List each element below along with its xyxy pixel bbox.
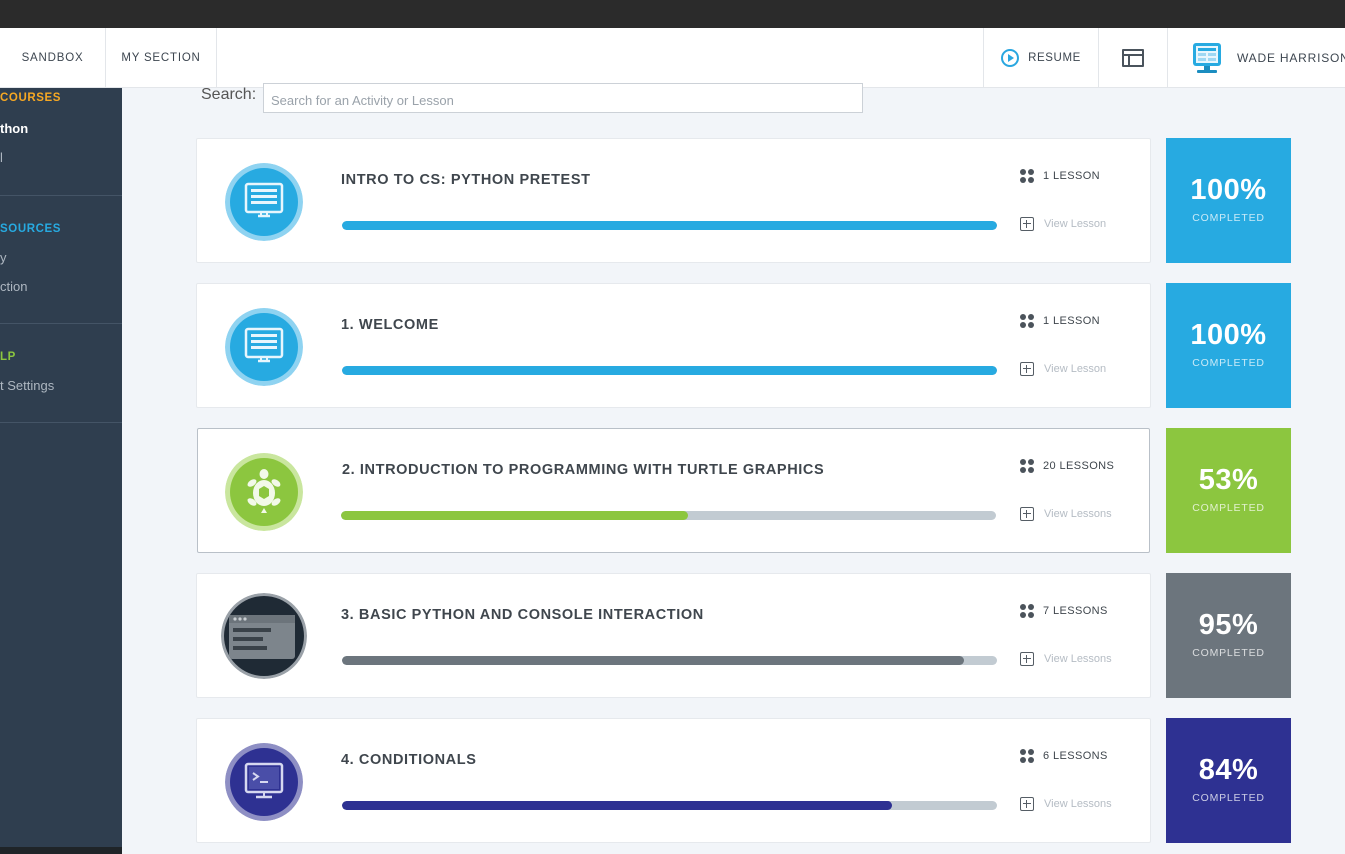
view-lessons-label: View Lessons xyxy=(1044,653,1112,665)
module-title: 3. BASIC PYTHON AND CONSOLE INTERACTION xyxy=(341,607,704,623)
lesson-count: 20 LESSONS xyxy=(1020,459,1114,473)
terminal-icon xyxy=(225,743,303,821)
window-layout-button[interactable] xyxy=(1098,28,1167,88)
completion-percent: 100% xyxy=(1190,174,1267,206)
module-title: INTRO TO CS: PYTHON PRETEST xyxy=(341,172,591,188)
lesson-count-label: 7 LESSONS xyxy=(1043,605,1108,617)
completion-tile[interactable]: 95% COMPLETED xyxy=(1166,573,1291,698)
module-card-pretest[interactable]: INTRO TO CS: PYTHON PRETEST 1 LESSON Vie… xyxy=(196,138,1151,263)
view-lessons-label: View Lessons xyxy=(1044,508,1112,520)
module-card-basic-python[interactable]: 3. BASIC PYTHON AND CONSOLE INTERACTION … xyxy=(196,573,1151,698)
progress-bar xyxy=(342,221,997,230)
expand-plus-icon xyxy=(1020,217,1034,231)
sidebar-help-heading: LP xyxy=(0,351,16,363)
progress-bar-fill xyxy=(342,801,893,810)
sidebar-item-resource-1[interactable]: y xyxy=(0,250,7,265)
completion-tile[interactable]: 53% COMPLETED xyxy=(1166,428,1291,553)
completion-percent: 100% xyxy=(1190,319,1267,351)
lesson-count: 6 LESSONS xyxy=(1020,749,1108,763)
computer-avatar-icon xyxy=(1193,43,1221,73)
completion-percent: 84% xyxy=(1198,754,1259,786)
progress-bar-fill xyxy=(342,221,997,230)
completion-tile[interactable]: 100% COMPLETED xyxy=(1166,138,1291,263)
sidebar: COURSES thon l SOURCES y ction LP t Sett… xyxy=(0,88,122,854)
sidebar-item-resource-2[interactable]: ction xyxy=(0,279,27,294)
top-navigation: SANDBOX MY SECTION RESUME WADE HARRISON xyxy=(0,28,1345,88)
sidebar-divider xyxy=(0,195,122,196)
sidebar-courses-heading: COURSES xyxy=(0,92,62,104)
module-card-conditionals[interactable]: 4. CONDITIONALS 6 LESSONS View Lessons xyxy=(196,718,1151,843)
completion-label: COMPLETED xyxy=(1192,647,1265,659)
module-card-welcome[interactable]: 1. WELCOME 1 LESSON View Lesson xyxy=(196,283,1151,408)
grid-dots-icon xyxy=(1020,169,1034,183)
view-lessons-link[interactable]: View Lessons xyxy=(1020,507,1112,521)
expand-plus-icon xyxy=(1020,652,1034,666)
completion-label: COMPLETED xyxy=(1192,357,1265,369)
module-title: 4. CONDITIONALS xyxy=(341,752,477,768)
resume-button[interactable]: RESUME xyxy=(983,28,1098,88)
sidebar-item-course-2[interactable]: l xyxy=(0,150,3,165)
resume-label: RESUME xyxy=(1028,52,1081,64)
view-lessons-link[interactable]: View Lesson xyxy=(1020,217,1106,231)
nav-sandbox[interactable]: SANDBOX xyxy=(0,28,106,88)
expand-plus-icon xyxy=(1020,362,1034,376)
progress-bar xyxy=(342,656,997,665)
sidebar-resources-heading: SOURCES xyxy=(0,223,62,235)
sidebar-item-account-settings[interactable]: t Settings xyxy=(0,378,54,393)
completion-percent: 95% xyxy=(1198,609,1259,641)
expand-plus-icon xyxy=(1020,797,1034,811)
nav-my-section[interactable]: MY SECTION xyxy=(106,28,217,88)
completion-tile[interactable]: 100% COMPLETED xyxy=(1166,283,1291,408)
grid-dots-icon xyxy=(1020,604,1034,618)
search-label: Search: xyxy=(201,86,257,103)
completion-percent: 53% xyxy=(1198,464,1259,496)
monitor-icon xyxy=(225,163,303,241)
sidebar-item-python-course[interactable]: thon xyxy=(0,121,28,136)
grid-dots-icon xyxy=(1020,314,1034,328)
browser-top-bar xyxy=(0,0,1345,28)
progress-bar-fill xyxy=(342,366,997,375)
console-window-icon xyxy=(221,593,307,679)
expand-plus-icon xyxy=(1020,507,1034,521)
lesson-count: 1 LESSON xyxy=(1020,314,1100,328)
module-title: 2. INTRODUCTION TO PROGRAMMING WITH TURT… xyxy=(342,462,825,478)
view-lessons-label: View Lesson xyxy=(1044,363,1107,375)
module-card-turtle-graphics[interactable]: 2. INTRODUCTION TO PROGRAMMING WITH TURT… xyxy=(197,428,1150,553)
view-lessons-label: View Lessons xyxy=(1044,798,1112,810)
completion-tile[interactable]: 84% COMPLETED xyxy=(1166,718,1291,843)
monitor-icon xyxy=(225,308,303,386)
view-lessons-label: View Lesson xyxy=(1044,218,1107,230)
lesson-count: 1 LESSON xyxy=(1020,169,1100,183)
user-name: WADE HARRISON xyxy=(1237,51,1345,65)
progress-bar xyxy=(341,511,996,520)
view-lessons-link[interactable]: View Lessons xyxy=(1020,797,1112,811)
view-lessons-link[interactable]: View Lessons xyxy=(1020,652,1112,666)
play-icon xyxy=(1001,49,1020,67)
lesson-count-label: 1 LESSON xyxy=(1043,315,1101,327)
progress-bar-fill xyxy=(342,656,965,665)
window-layout-icon xyxy=(1122,49,1144,67)
lesson-count: 7 LESSONS xyxy=(1020,604,1108,618)
grid-dots-icon xyxy=(1020,459,1034,473)
progress-bar xyxy=(342,366,997,375)
completion-label: COMPLETED xyxy=(1192,212,1265,224)
lesson-count-label: 6 LESSONS xyxy=(1043,750,1108,762)
sidebar-divider xyxy=(0,323,122,324)
lesson-count-label: 1 LESSON xyxy=(1043,170,1101,182)
completion-label: COMPLETED xyxy=(1192,502,1265,514)
view-lessons-link[interactable]: View Lesson xyxy=(1020,362,1106,376)
progress-bar-fill xyxy=(341,511,689,520)
module-title: 1. WELCOME xyxy=(341,317,439,333)
progress-bar xyxy=(342,801,997,810)
user-menu[interactable]: WADE HARRISON xyxy=(1167,28,1345,88)
search-input[interactable] xyxy=(263,83,863,113)
grid-dots-icon xyxy=(1020,749,1034,763)
lesson-count-label: 20 LESSONS xyxy=(1043,460,1115,472)
completion-label: COMPLETED xyxy=(1192,792,1265,804)
status-tooltip xyxy=(0,847,122,854)
turtle-icon xyxy=(225,453,303,531)
sidebar-divider xyxy=(0,422,122,423)
